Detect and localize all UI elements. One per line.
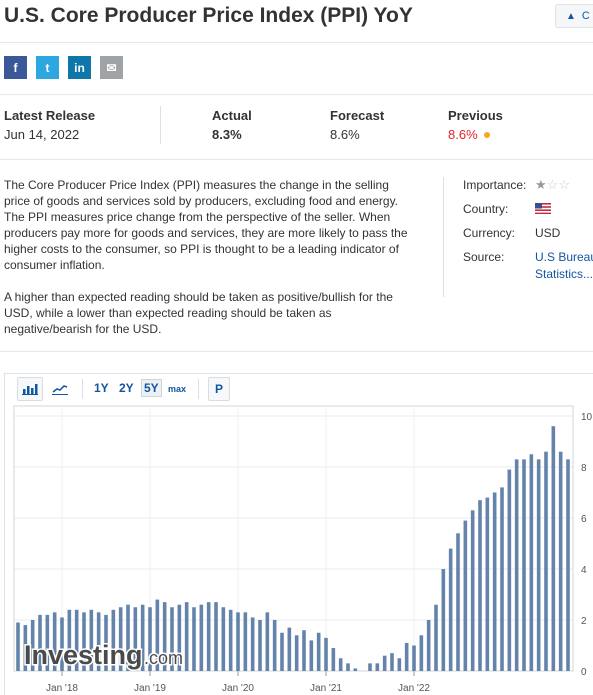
y-tick-label: 8: [581, 463, 587, 474]
y-tick-label: 4: [581, 565, 587, 576]
x-axis: Jan '18 Jan '19 Jan '20 Jan '21 Jan '22: [46, 671, 430, 694]
watermark-brand: Investing: [24, 640, 143, 670]
y-tick-label: 6: [581, 514, 587, 525]
x-tick-label: Jan '21: [310, 683, 342, 694]
x-tick-label: Jan '19: [134, 683, 166, 694]
chart-bar[interactable]: [199, 604, 204, 671]
chart-bar[interactable]: [250, 617, 255, 671]
chart-bar[interactable]: [390, 653, 394, 671]
chart-bar[interactable]: [353, 668, 358, 671]
chart-bar[interactable]: [419, 635, 424, 671]
chart-bar[interactable]: [243, 612, 248, 671]
chart-bar[interactable]: [214, 602, 218, 671]
watermark-suffix: .com: [144, 648, 183, 668]
chart-bar[interactable]: [404, 642, 409, 671]
chart-bar[interactable]: [316, 632, 321, 671]
chart-bar[interactable]: [258, 620, 262, 671]
chart-bar[interactable]: [434, 604, 438, 671]
chart-bars: [16, 426, 570, 671]
chart-bar[interactable]: [192, 607, 196, 671]
y-axis: 0 2 4 6 8 10: [581, 412, 593, 678]
chart-bar[interactable]: [206, 602, 211, 671]
chart-bar[interactable]: [558, 451, 563, 671]
x-tick-label: Jan '20: [222, 683, 254, 694]
chart-bar[interactable]: [272, 620, 277, 671]
chart-bar[interactable]: [375, 663, 380, 671]
chart-bar[interactable]: [368, 663, 372, 671]
x-tick-label: Jan '18: [46, 683, 78, 694]
chart-bar[interactable]: [463, 520, 468, 671]
y-tick-label: 0: [581, 667, 587, 678]
chart-bar[interactable]: [236, 612, 240, 671]
chart-bar[interactable]: [492, 492, 497, 672]
chart-bar[interactable]: [412, 645, 416, 672]
chart-bar[interactable]: [456, 533, 460, 671]
chart-bar[interactable]: [529, 454, 534, 671]
chart-bar[interactable]: [514, 459, 519, 671]
chart-bar[interactable]: [184, 602, 189, 671]
chart-bar[interactable]: [478, 500, 482, 671]
chart-bar[interactable]: [221, 607, 226, 671]
y-tick-label: 2: [581, 616, 587, 627]
chart-bar[interactable]: [338, 658, 343, 671]
chart-bar[interactable]: [302, 630, 306, 671]
chart-bar[interactable]: [470, 510, 475, 671]
chart-bar[interactable]: [536, 459, 541, 671]
chart-bar[interactable]: [507, 469, 512, 671]
chart-bar[interactable]: [287, 627, 292, 671]
chart-bar[interactable]: [448, 548, 453, 671]
chart-bar[interactable]: [485, 497, 490, 671]
chart-bar[interactable]: [265, 612, 270, 671]
chart-bar[interactable]: [441, 569, 446, 671]
chart-bar[interactable]: [309, 640, 314, 671]
chart-bar[interactable]: [426, 620, 431, 671]
y-tick-label: 10: [581, 412, 593, 423]
x-tick-label: Jan '22: [398, 683, 430, 694]
chart-bar[interactable]: [522, 459, 526, 671]
chart-bar[interactable]: [280, 632, 284, 671]
chart-bar[interactable]: [500, 487, 504, 671]
bar-chart: 0246810 Jan '18 Jan '19 Jan '20 Jan '21 Jan …: [13, 405, 593, 694]
chart-bar[interactable]: [397, 658, 402, 671]
chart-bar[interactable]: [382, 655, 387, 671]
chart-bar[interactable]: [551, 426, 556, 671]
chart-bar[interactable]: [16, 622, 20, 671]
chart-bar[interactable]: [331, 648, 336, 671]
chart-bar[interactable]: [346, 663, 350, 671]
chart-bar[interactable]: [324, 637, 328, 671]
chart-bar[interactable]: [566, 459, 570, 671]
chart-bar[interactable]: [544, 451, 548, 671]
chart-bar[interactable]: [228, 609, 233, 671]
investing-watermark: Investing .com: [23, 639, 185, 672]
chart-bar[interactable]: [294, 635, 299, 671]
